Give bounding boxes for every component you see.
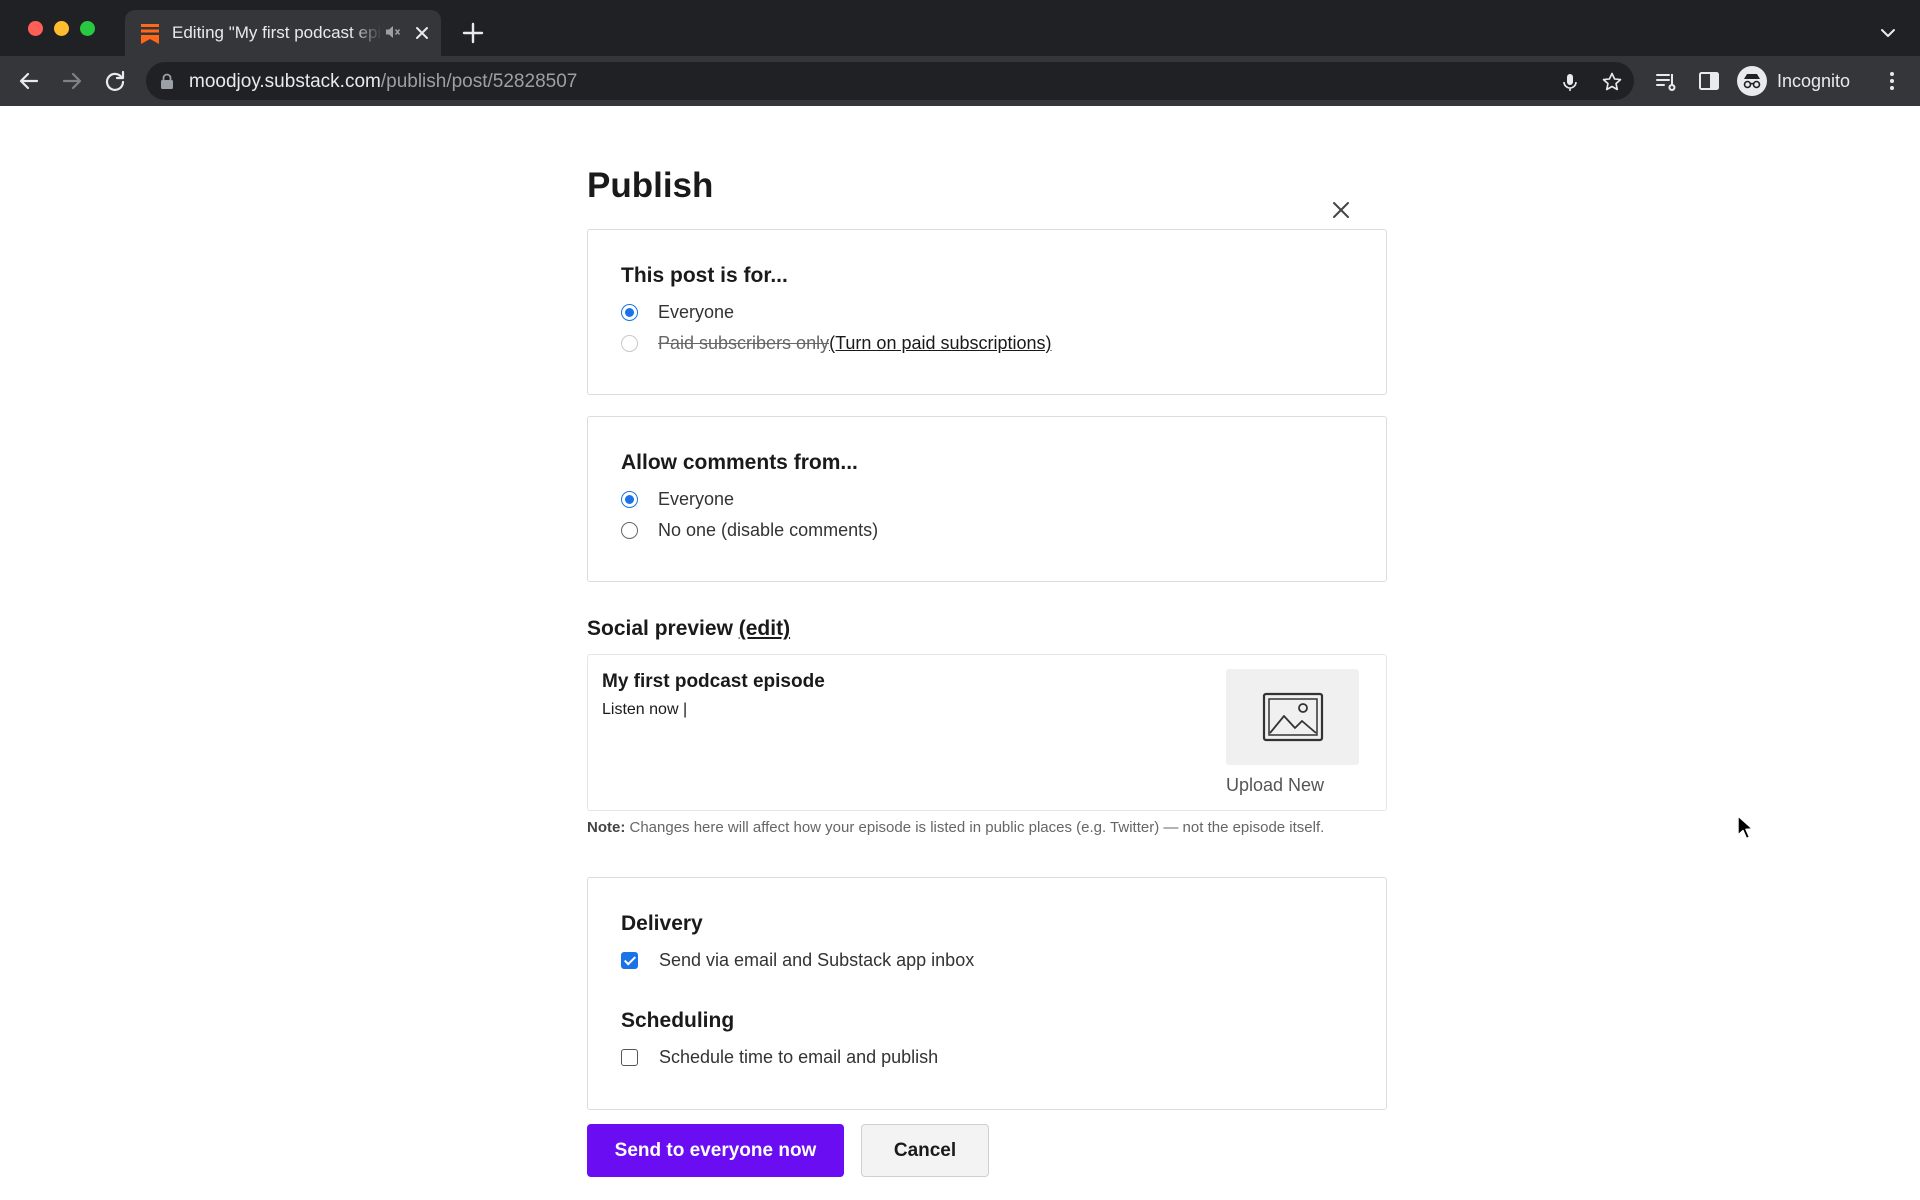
forward-arrow-icon[interactable]	[58, 67, 86, 95]
audience-paid-radio	[621, 335, 638, 352]
delivery-heading: Delivery	[621, 912, 703, 935]
audience-heading: This post is for...	[621, 264, 788, 287]
turn-on-paid-subscriptions-link[interactable]: (Turn on paid subscriptions)	[829, 333, 1051, 354]
reading-list-icon[interactable]	[1654, 69, 1678, 93]
audience-everyone-radio[interactable]	[621, 304, 638, 321]
window-minimize-button[interactable]	[54, 21, 69, 36]
comments-none-radio[interactable]	[621, 522, 638, 539]
comments-option-none[interactable]: No one (disable comments)	[621, 520, 878, 541]
audience-option-everyone[interactable]: Everyone	[621, 302, 734, 323]
browser-menu-kebab-icon[interactable]	[1880, 69, 1904, 93]
comments-card: Allow comments from... Everyone No one (…	[587, 416, 1387, 582]
comments-everyone-label: Everyone	[658, 489, 735, 509]
scheduling-heading: Scheduling	[621, 1009, 735, 1032]
browser-toolbar: moodjoy.substack.com/publish/post/528285…	[0, 56, 1920, 106]
audience-card: This post is for... Everyone Paid subscr…	[587, 229, 1387, 395]
address-bar[interactable]: moodjoy.substack.com/publish/post/528285…	[146, 62, 1634, 100]
audience-paid-label: Paid subscribers only	[658, 333, 830, 353]
send-email-label: Send via email and Substack app inbox	[659, 950, 975, 970]
cancel-button[interactable]: Cancel	[861, 1124, 989, 1177]
schedule-option[interactable]: Schedule time to email and publish	[621, 1047, 938, 1068]
delivery-card: Delivery Send via email and Substack app…	[587, 877, 1387, 1110]
schedule-checkbox[interactable]	[621, 1049, 638, 1066]
incognito-label: Incognito	[1777, 70, 1851, 91]
comments-none-label: No one (disable comments)	[658, 520, 879, 540]
mouse-cursor-icon	[1737, 815, 1754, 840]
url-text[interactable]: moodjoy.substack.com/publish/post/528285…	[189, 71, 577, 93]
audience-everyone-label: Everyone	[658, 302, 735, 322]
microphone-icon[interactable]	[1559, 71, 1581, 93]
comments-heading: Allow comments from...	[621, 451, 858, 474]
tab-title: Editing "My first podcast episode"	[172, 23, 382, 42]
send-email-checkbox[interactable]	[621, 952, 638, 969]
social-preview-card: My first podcast episode Listen now | Up…	[587, 654, 1387, 811]
page-title: Publish	[587, 166, 714, 205]
social-preview-title: Social preview	[587, 617, 733, 640]
social-preview-note: Note: Changes here will affect how your …	[587, 819, 1397, 837]
tab-audio-muted-icon[interactable]	[384, 23, 402, 41]
preview-post-title: My first podcast episode	[602, 671, 825, 692]
bookmark-star-icon[interactable]	[1601, 71, 1623, 93]
preview-post-subtitle: Listen now |	[602, 701, 688, 718]
lock-icon[interactable]	[160, 73, 174, 89]
comments-option-everyone[interactable]: Everyone	[621, 489, 734, 510]
send-to-everyone-button[interactable]: Send to everyone now	[587, 1124, 844, 1177]
delivery-email-option[interactable]: Send via email and Substack app inbox	[621, 950, 974, 971]
new-tab-plus-icon[interactable]	[460, 20, 486, 46]
window-zoom-button[interactable]	[80, 21, 95, 36]
preview-image-placeholder[interactable]	[1226, 669, 1359, 765]
note-text: Changes here will affect how your episod…	[629, 819, 1325, 836]
social-preview-heading: Social preview (edit)	[587, 617, 790, 641]
browser-tab-bar: Editing "My first podcast episode"	[0, 0, 1920, 56]
schedule-label: Schedule time to email and publish	[659, 1047, 939, 1067]
audience-option-paid: Paid subscribers only (Turn on paid subsc…	[621, 333, 1052, 354]
url-path: /publish/post/52828507	[380, 71, 578, 92]
back-arrow-icon[interactable]	[15, 67, 43, 95]
upload-new-link[interactable]: Upload New	[1226, 775, 1324, 796]
close-icon[interactable]	[1329, 198, 1353, 222]
url-host: moodjoy.substack.com	[189, 71, 381, 92]
tab-search-chevron-icon[interactable]	[1877, 22, 1899, 44]
side-panel-icon[interactable]	[1697, 69, 1721, 93]
window-close-button[interactable]	[28, 21, 43, 36]
substack-favicon-icon	[141, 24, 159, 44]
note-label: Note:	[587, 819, 626, 836]
tab-close-icon[interactable]	[412, 23, 432, 43]
browser-tab-active[interactable]: Editing "My first podcast episode"	[125, 10, 441, 56]
social-preview-edit-link[interactable]: (edit)	[739, 617, 790, 640]
comments-everyone-radio[interactable]	[621, 491, 638, 508]
image-placeholder-icon	[1262, 692, 1323, 742]
incognito-profile-button[interactable]: Incognito	[1737, 63, 1850, 99]
reload-icon[interactable]	[101, 67, 129, 95]
incognito-icon	[1737, 66, 1767, 96]
